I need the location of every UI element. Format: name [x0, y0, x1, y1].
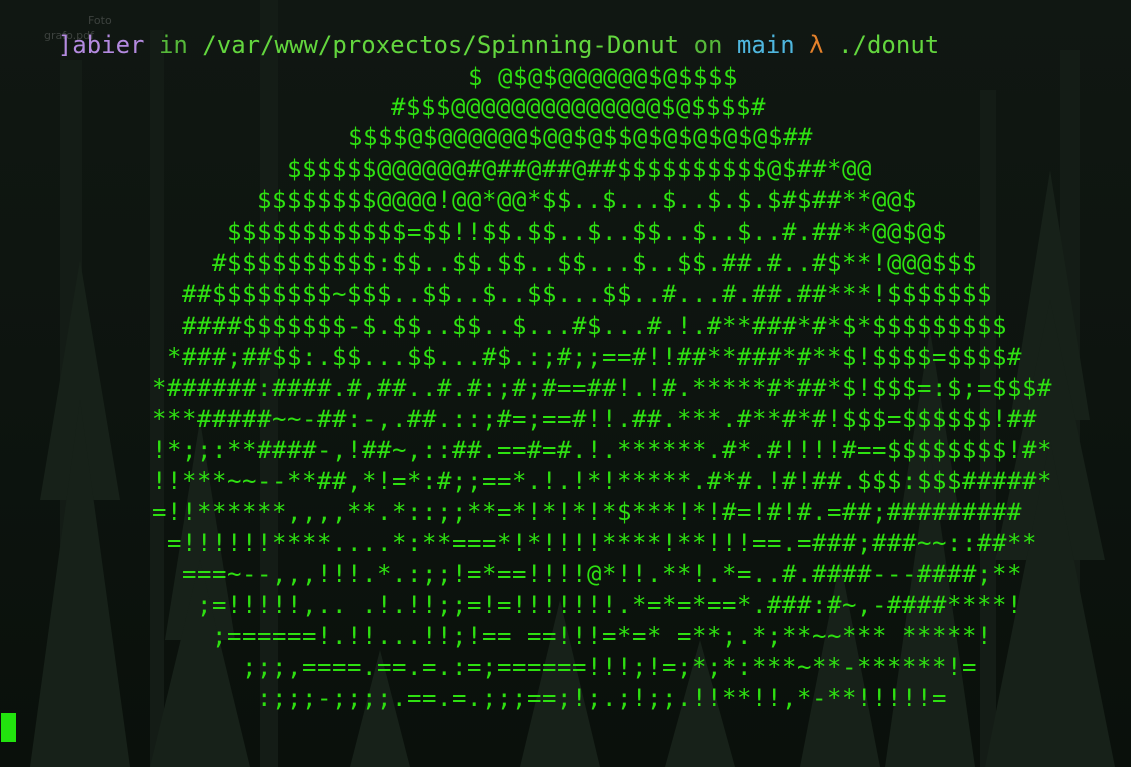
donut-line: *###;##$$:.$$...$$...#$.:;#;;==#!!##**##…: [167, 343, 1022, 371]
donut-line: $$$$$$$$@@@@!@@*@@*$$..$...$..$.$.$#$##*…: [257, 186, 917, 214]
donut-line: $$$$$$$$$$$$=$$!!$$.$$..$..$$..$..$..#.#…: [227, 218, 947, 246]
terminal-cursor: [1, 713, 16, 742]
donut-line: ##$$$$$$$$~$$$..$$..$..$$...$$..#...#.##…: [182, 280, 992, 308]
donut-line: *######:####.#,##..#.#:;#;#==##!.!#.****…: [152, 374, 1052, 402]
donut-line: ;;;,====.==.=.:=;======!!!;!=;*;*:***~**…: [242, 653, 977, 681]
donut-line: ***#####~~-##:-,.##.::;#=;==#!!.##.***.#…: [152, 405, 1037, 433]
donut-line: ;======!.!!...!!;!== ==!!!=*=* =**;.*;**…: [212, 622, 992, 650]
donut-line: !*;;:**####-,!##~,::##.==#=#.!.******.#*…: [152, 436, 1052, 464]
donut-line: $$$$@$@@@@@@$@@$@$$@$@$@$@$@$##: [348, 123, 813, 151]
donut-line: $ @$@$@@@@@@$@$$$$: [468, 63, 738, 91]
donut-line: !!***~~--**##,*!=*:#;;==*.!.!*!*****.#*#…: [152, 467, 1052, 495]
donut-line: ####$$$$$$$-$.$$..$$..$...#$...#.!.#**##…: [182, 312, 1007, 340]
donut-line: ;=!!!!!,.. .!.!!;;=!=!!!!!!!.*=*=*==*.##…: [197, 591, 1022, 619]
terminal-window[interactable]: ]abier in /var/www/proxectos/Spinning-Do…: [0, 0, 1131, 767]
donut-line: #$$$@@@@@@@@@@@@@@$@$$$$#: [391, 93, 766, 121]
donut-line: :;;;-;;;;.==.=.;;;==;!;.;!;;.!!**!!,*-**…: [257, 684, 947, 712]
donut-line: $$$$$$@@@@@@#@##@##@##$$$$$$$$$$@$##*@@: [287, 155, 872, 183]
donut-line: =!!******,,,,**.*::;;**=*!*!*!*$***!*!#=…: [152, 498, 1022, 526]
donut-ascii-output: $ @$@$@@@@@@$@$$$$ #$$$@@@@@@@@@@@@@@$@$…: [0, 0, 1131, 767]
donut-line: ===~--,,,!!!.*.:;;!=*==!!!!@*!!.**!.*=..…: [182, 560, 1022, 588]
donut-line: =!!!!!!****....*:**===*!*!!!!****!**!!!=…: [167, 529, 1037, 557]
donut-line: #$$$$$$$$$$:$$..$$.$$..$$...$..$$.##.#..…: [212, 249, 977, 277]
